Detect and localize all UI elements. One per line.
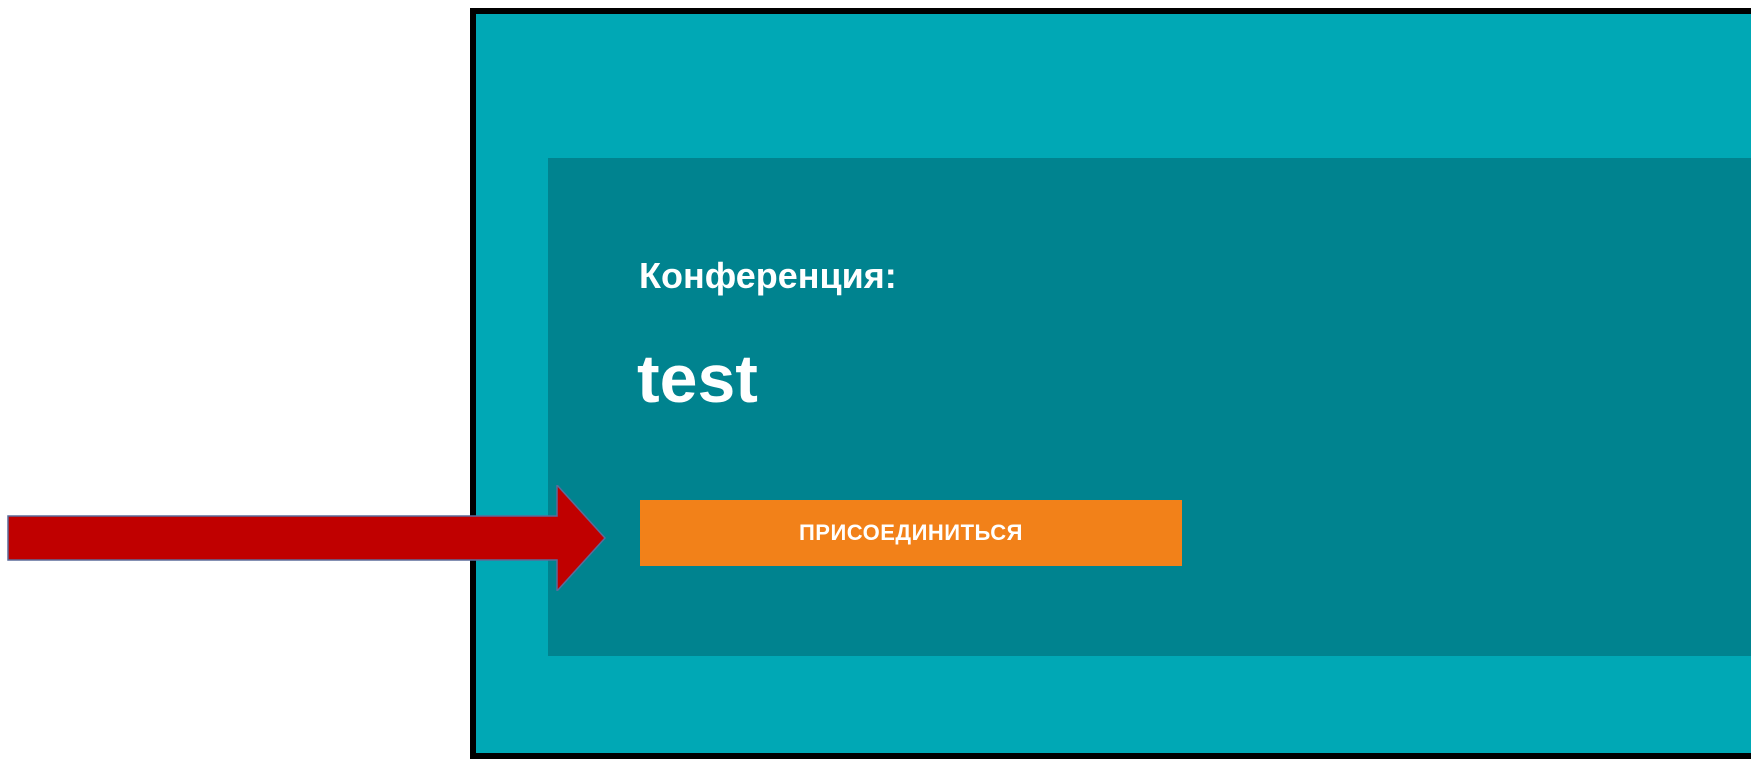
conference-name: test [637, 341, 758, 417]
arrow-right-icon [7, 485, 607, 591]
join-button[interactable]: ПРИСОЕДИНИТЬСЯ [640, 500, 1182, 566]
screenshot-canvas: Конференция: test ПРИСОЕДИНИТЬСЯ [0, 0, 1751, 767]
conference-label: Конференция: [639, 255, 897, 296]
